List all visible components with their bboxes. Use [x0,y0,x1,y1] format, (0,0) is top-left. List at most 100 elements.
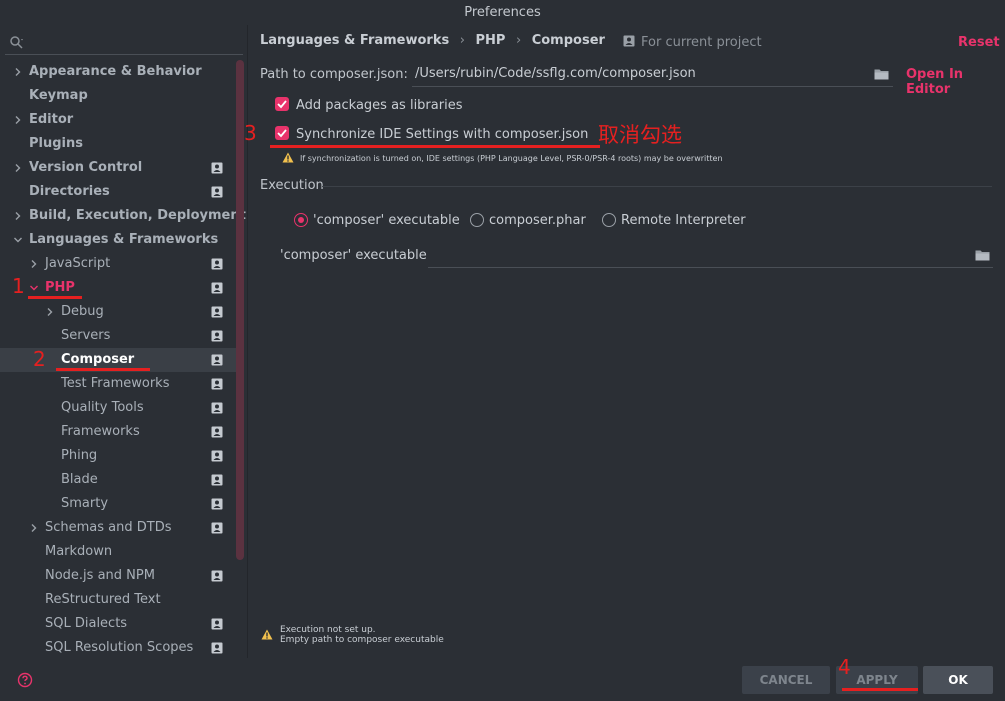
project-scope-icon [211,186,223,198]
cancel-button[interactable]: CANCEL [742,666,830,694]
chevron-down-icon[interactable] [29,283,39,293]
sidebar-item-label: Phing [61,448,98,463]
radio-composer-executable[interactable]: 'composer' executable [294,213,460,228]
chevron-right-icon[interactable] [13,211,23,221]
sidebar-item-test-frameworks[interactable]: Test Frameworks [0,372,236,396]
chevron-right-icon[interactable] [29,523,39,533]
sidebar-item-javascript[interactable]: JavaScript [0,252,236,276]
sidebar-item-markdown[interactable]: Markdown [0,540,236,564]
annotation-underline [270,145,600,148]
composer-executable-input[interactable] [428,244,993,268]
sidebar-item-build-execution-deployment[interactable]: Build, Execution, Deployment [0,204,246,228]
sidebar-item-version-control[interactable]: Version Control [0,156,236,180]
open-in-editor-link[interactable]: Open In Editor [906,67,1005,97]
chevron-right-icon[interactable] [45,307,55,317]
radio-button[interactable] [602,213,616,227]
annotation-number: 4 [838,655,851,679]
chevron-right-icon[interactable] [29,259,39,269]
sidebar-item-sql-resolution-scopes[interactable]: SQL Resolution Scopes [0,636,236,660]
composer-path-input[interactable]: /Users/rubin/Code/ssflg.com/composer.jso… [412,63,893,87]
sidebar-item-restructured-text[interactable]: ReStructured Text [0,588,236,612]
sidebar-item-languages-frameworks[interactable]: Languages & Frameworks [0,228,236,252]
sidebar-item-servers[interactable]: Servers [0,324,236,348]
breadcrumb: Languages & Frameworks › PHP › Composer [260,33,611,51]
search-input[interactable] [5,33,243,55]
warning-icon [282,152,294,163]
add-packages-checkbox[interactable] [275,97,289,111]
project-scope-icon [211,162,223,174]
sidebar-item-label: Build, Execution, Deployment [29,208,246,223]
sidebar-item-plugins[interactable]: Plugins [0,132,236,156]
breadcrumb-item[interactable]: Composer [532,33,605,48]
project-scope-icon [211,474,223,486]
person-icon [623,35,635,47]
sidebar-item-label: Plugins [29,136,83,151]
project-scope-icon [211,450,223,462]
add-packages-option[interactable]: Add packages as libraries [275,97,462,113]
chevron-right-icon[interactable] [13,115,23,125]
project-scope-icon [211,378,223,390]
for-project-label: For current project [641,35,762,50]
help-icon[interactable] [17,672,33,688]
sidebar-item-sql-dialects[interactable]: SQL Dialects [0,612,236,636]
annotation-note: 取消勾选 [598,123,682,147]
reset-link[interactable]: Reset [958,35,1000,50]
sidebar-item-frameworks[interactable]: Frameworks [0,420,236,444]
sync-settings-option[interactable]: Synchronize IDE Settings with composer.j… [275,126,588,142]
project-scope-icon [211,402,223,414]
sidebar-item-debug[interactable]: Debug [0,300,236,324]
breadcrumb-item[interactable]: Languages & Frameworks [260,33,449,48]
sidebar-item-schemas-and-dtds[interactable]: Schemas and DTDs [0,516,236,540]
breadcrumb-item[interactable]: PHP [476,33,506,48]
chevron-down-icon[interactable] [13,235,23,245]
sidebar-item-label: Blade [61,472,98,487]
sync-settings-checkbox[interactable] [275,126,289,140]
sidebar-item-editor[interactable]: Editor [0,108,236,132]
radio-button[interactable] [294,213,308,227]
sidebar-item-label: JavaScript [45,256,111,271]
sidebar-item-quality-tools[interactable]: Quality Tools [0,396,236,420]
sidebar-item-phing[interactable]: Phing [0,444,236,468]
project-scope-icon [211,282,223,294]
breadcrumb-separator: › [459,33,465,48]
sidebar-item-label: Editor [29,112,74,127]
sidebar: Appearance & Behavior Keymap Editor Plugins… [0,25,248,658]
folder-icon[interactable] [874,68,889,80]
sidebar-item-label: ReStructured Text [45,592,161,607]
radio-remote-interpreter[interactable]: Remote Interpreter [602,213,746,228]
radio-button[interactable] [470,213,484,227]
sidebar-item-label: SQL Resolution Scopes [45,640,194,655]
sidebar-item-blade[interactable]: Blade [0,468,236,492]
sidebar-item-label: SQL Dialects [45,616,128,631]
sidebar-item-smarty[interactable]: Smarty [0,492,236,516]
sidebar-item-appearance-behavior[interactable]: Appearance & Behavior [0,60,236,84]
add-packages-label: Add packages as libraries [296,98,463,113]
project-scope-icon [211,522,223,534]
sidebar-scrollbar[interactable] [236,60,244,560]
sidebar-item-label: Languages & Frameworks [29,232,219,247]
sidebar-item-node-js-and-npm[interactable]: Node.js and NPM [0,564,236,588]
ok-button[interactable]: OK [923,666,993,694]
project-scope-icon [211,618,223,630]
chevron-right-icon[interactable] [13,163,23,173]
sidebar-item-label: Smarty [61,496,109,511]
sync-settings-label: Synchronize IDE Settings with composer.j… [296,127,589,142]
radio-composer-phar[interactable]: composer.phar [470,213,586,228]
execution-section-label: Execution [260,178,324,193]
project-scope-icon [211,258,223,270]
sidebar-item-label: Schemas and DTDs [45,520,172,535]
annotation-number: 2 [33,347,46,371]
sidebar-item-keymap[interactable]: Keymap [0,84,236,108]
folder-icon[interactable] [975,249,990,261]
sync-warning-text: If synchronization is turned on, IDE set… [300,154,723,163]
project-scope-icon [211,426,223,438]
project-scope-icon [211,498,223,510]
sidebar-item-directories[interactable]: Directories [0,180,236,204]
sidebar-item-label: Test Frameworks [61,376,170,391]
warning-icon [261,629,273,640]
chevron-right-icon[interactable] [13,67,23,77]
execution-divider [322,186,992,187]
sync-warning: If synchronization is turned on, IDE set… [282,152,723,163]
sidebar-item-label: Servers [61,328,111,343]
project-scope-icon [211,306,223,318]
